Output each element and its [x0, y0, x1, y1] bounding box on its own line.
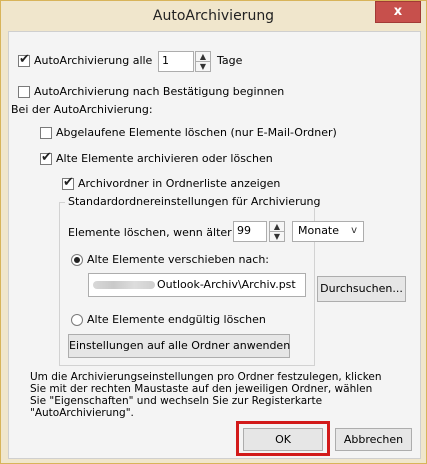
show-folder-checkbox[interactable]: ✔ [62, 175, 74, 190]
archive-old-checkbox[interactable]: ✔ [40, 150, 52, 165]
clean-older-unit-value: Monate [298, 224, 340, 237]
info-text: Um die Archivierungseinstellungen pro Or… [30, 371, 382, 419]
autoarchive-days-unit: Tage [217, 54, 243, 67]
delete-permanently-radio[interactable] [71, 314, 83, 326]
archive-old-label: Alte Elemente archivieren oder löschen [56, 152, 273, 165]
group-title: Standardordnereinstellungen für Archivie… [65, 195, 324, 208]
chevron-down-icon: v [351, 225, 357, 236]
clean-older-label: Elemente löschen, wenn älter als [68, 226, 251, 239]
title-bar[interactable]: AutoArchivierung x [1, 1, 426, 31]
autoarchive-dialog: AutoArchivierung x ✔ AutoArchivierung al… [0, 0, 427, 464]
spin-up-icon[interactable]: ▲ [270, 222, 284, 232]
show-folder-label: Archivordner in Ordnerliste anzeigen [78, 177, 281, 190]
clean-older-unit-select[interactable]: Monate v [292, 221, 364, 242]
ok-button[interactable]: OK [243, 428, 323, 451]
delete-expired-label: Abgelaufene Elemente löschen (nur E-Mail… [56, 126, 337, 139]
autoarchive-every-label: AutoArchivierung alle [34, 54, 153, 67]
ask-before-label: AutoArchivierung nach Bestätigung beginn… [34, 85, 285, 98]
archive-path-field[interactable]: Outlook-Archiv\Archiv.pst [88, 273, 306, 297]
close-icon: x [393, 4, 403, 19]
spin-up-icon[interactable]: ▲ [196, 52, 210, 62]
spin-down-icon[interactable]: ▼ [196, 62, 210, 72]
ask-before-checkbox[interactable] [18, 86, 30, 98]
browse-button[interactable]: Durchsuchen... [317, 276, 406, 302]
cancel-button[interactable]: Abbrechen [335, 428, 412, 451]
close-button[interactable]: x [375, 1, 421, 23]
autoarchive-days-spinner[interactable]: ▲ ▼ [195, 51, 211, 72]
apply-all-folders-button[interactable]: Einstellungen auf alle Ordner anwenden [68, 334, 290, 358]
clean-older-input[interactable]: 99 [233, 221, 267, 242]
delete-permanently-label: Alte Elemente endgültig löschen [87, 313, 266, 326]
check-icon: ✔ [63, 175, 74, 190]
spin-down-icon[interactable]: ▼ [270, 232, 284, 242]
check-icon: ✔ [41, 150, 52, 165]
autoarchive-every-checkbox[interactable]: ✔ [18, 52, 30, 67]
check-icon: ✔ [19, 52, 30, 67]
blurred-path-prefix [93, 281, 155, 289]
clean-older-spinner[interactable]: ▲ ▼ [269, 221, 285, 242]
dialog-content: ✔ AutoArchivierung alle 1 ▲ ▼ Tage AutoA… [8, 31, 421, 459]
delete-expired-checkbox[interactable] [40, 127, 52, 139]
dialog-title: AutoArchivierung [152, 8, 275, 24]
archive-path-value: Outlook-Archiv\Archiv.pst [157, 278, 296, 291]
radio-dot [74, 257, 80, 263]
move-old-label: Alte Elemente verschieben nach: [87, 253, 269, 266]
move-old-radio[interactable] [71, 254, 83, 266]
autoarchive-days-input[interactable]: 1 [158, 51, 194, 72]
section-label: Bei der AutoArchivierung: [11, 103, 153, 116]
